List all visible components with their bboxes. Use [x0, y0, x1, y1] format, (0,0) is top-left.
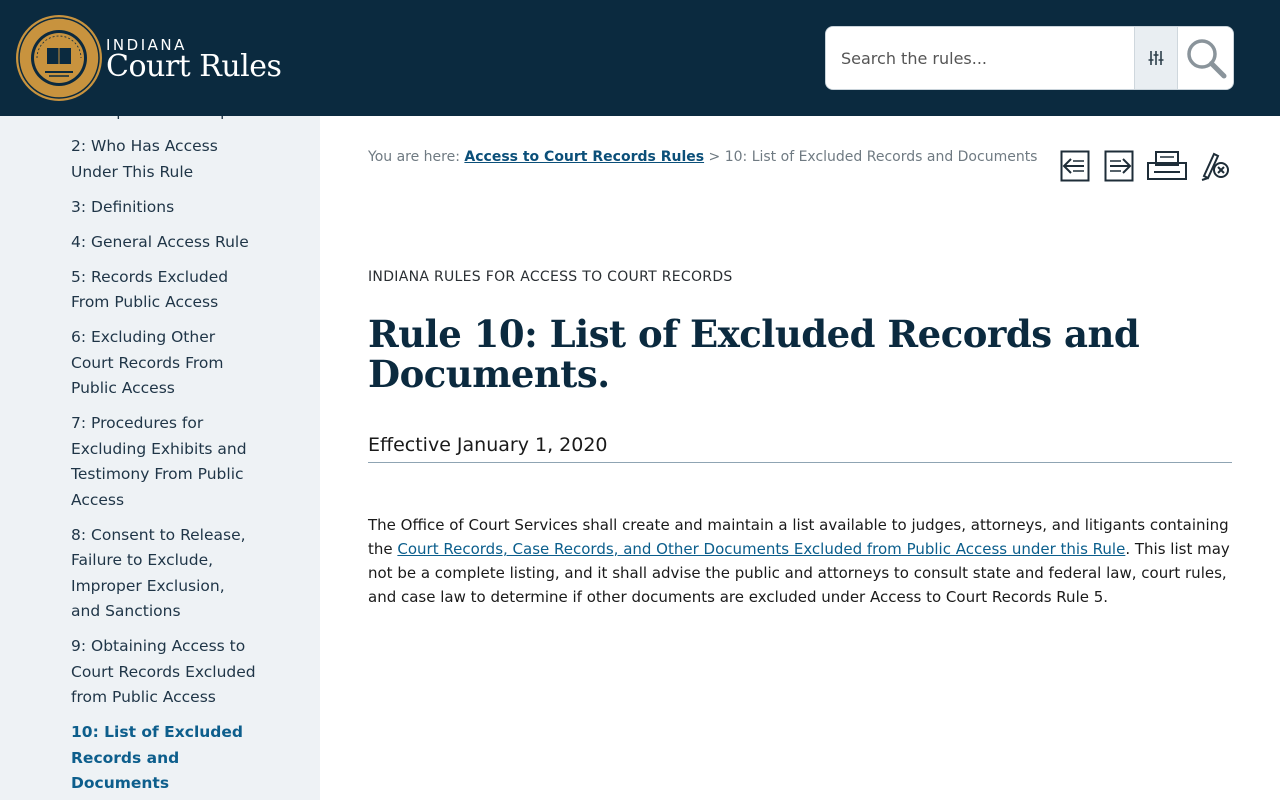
next-rule-icon[interactable]	[1104, 150, 1134, 182]
rules-nav: 1: Purpose and Scope 2: Who Has Access U…	[71, 116, 256, 800]
indiana-supreme-court-seal-icon[interactable]	[15, 14, 103, 102]
sidebar-item-rule-8[interactable]: 8: Consent to Release, Failure to Exclud…	[71, 523, 256, 625]
effective-date: Effective January 1, 2020	[368, 434, 608, 456]
rules-sidebar: 1: Purpose and Scope 2: Who Has Access U…	[0, 116, 320, 800]
brand-title: Court Rules	[106, 49, 282, 84]
sidebar-item-rule-10[interactable]: 10: List of Excluded Records and Documen…	[71, 720, 256, 797]
search-filter-button[interactable]	[1134, 27, 1178, 89]
previous-rule-icon[interactable]	[1060, 150, 1090, 182]
sidebar-item-rule-5[interactable]: 5: Records Excluded From Public Access	[71, 265, 256, 316]
divider	[368, 462, 1232, 463]
sidebar-item-rule-4[interactable]: 4: General Access Rule	[71, 230, 256, 256]
sidebar-item-rule-2[interactable]: 2: Who Has Access Under This Rule	[71, 134, 256, 185]
sidebar-item-rule-6[interactable]: 6: Excluding Other Court Records From Pu…	[71, 325, 256, 402]
clear-highlight-icon[interactable]	[1198, 150, 1230, 182]
print-icon[interactable]	[1146, 150, 1188, 182]
page-title: Rule 10: List of Excluded Records and Do…	[368, 312, 1140, 396]
sidebar-item-rule-1[interactable]: 1: Purpose and Scope	[71, 116, 256, 125]
sidebar-item-rule-9[interactable]: 9: Obtaining Access to Court Records Exc…	[71, 634, 256, 711]
breadcrumb: You are here: Access to Court Records Ru…	[368, 149, 1037, 165]
sliders-icon	[1148, 51, 1164, 65]
search-button[interactable]	[1178, 27, 1233, 89]
sidebar-item-rule-3[interactable]: 3: Definitions	[71, 195, 256, 221]
magnifier-icon	[1187, 39, 1227, 79]
site-header: INDIANA Court Rules	[0, 0, 1280, 116]
excluded-documents-list-link[interactable]: Court Records, Case Records, and Other D…	[397, 540, 1125, 558]
search-box	[825, 26, 1234, 90]
rule-toolbar	[1060, 150, 1232, 184]
breadcrumb-prefix: You are here:	[368, 149, 460, 165]
rule-body: The Office of Court Services shall creat…	[368, 513, 1232, 609]
search-input[interactable]	[826, 27, 1134, 89]
brand[interactable]: INDIANA Court Rules	[106, 36, 282, 84]
breadcrumb-separator: >	[708, 149, 721, 165]
rule-set-label: INDIANA RULES FOR ACCESS TO COURT RECORD…	[368, 269, 733, 285]
breadcrumb-link-access-rules[interactable]: Access to Court Records Rules	[464, 149, 704, 165]
sidebar-item-rule-7[interactable]: 7: Procedures for Excluding Exhibits and…	[71, 411, 256, 513]
breadcrumb-current: 10: List of Excluded Records and Documen…	[724, 149, 1038, 165]
